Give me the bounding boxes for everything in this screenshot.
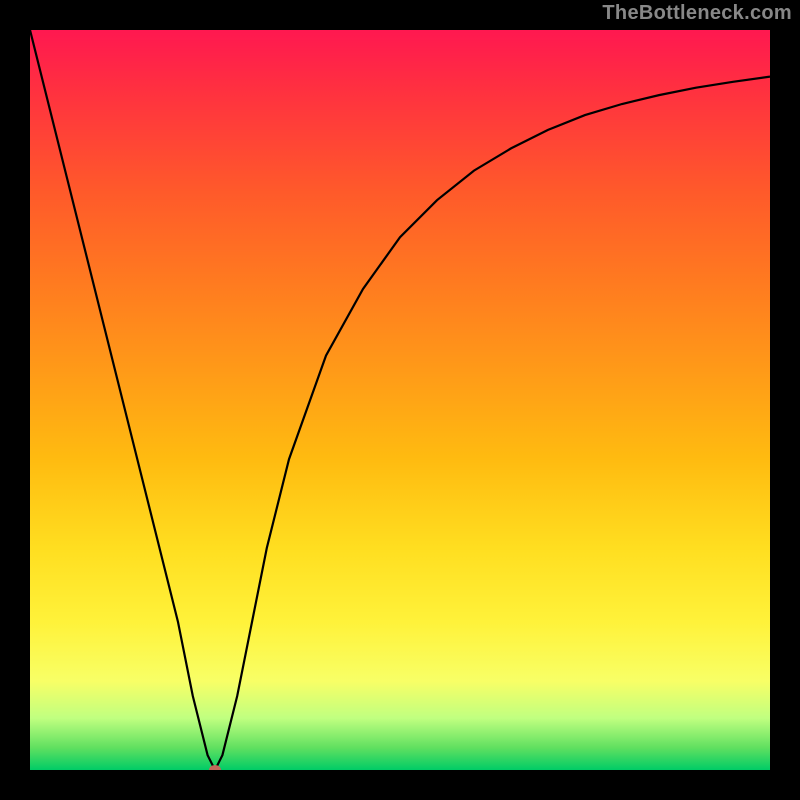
chart-frame: TheBottleneck.com <box>0 0 800 800</box>
curve-layer <box>30 30 770 770</box>
optimum-marker <box>209 765 221 770</box>
plot-area <box>30 30 770 770</box>
bottleneck-curve <box>30 30 770 770</box>
watermark-text: TheBottleneck.com <box>602 2 792 25</box>
